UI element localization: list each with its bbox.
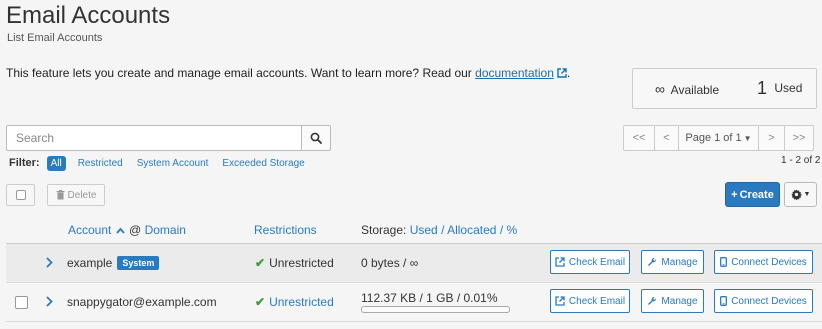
create-button[interactable]: + Create <box>725 182 780 207</box>
infinity-symbol: ∞ <box>655 81 665 97</box>
percent-sort-link[interactable]: % <box>507 223 518 237</box>
account-name: example <box>67 256 113 270</box>
checkmark-icon: ✔ <box>255 256 266 270</box>
checkmark-icon: ✔ <box>255 295 266 309</box>
caret-down-icon: ▼ <box>743 133 752 143</box>
page-select[interactable]: Page 1 of 1 ▼ <box>678 125 759 151</box>
restriction-status: Unrestricted <box>269 256 334 270</box>
page-label: Page 1 of 1 <box>685 132 742 144</box>
search-icon <box>310 132 322 144</box>
table-row: snappygator@example.com ✔ Unrestricted 11… <box>6 283 822 322</box>
sort-up-icon <box>116 227 125 234</box>
available-stat: ∞ Available <box>655 81 719 97</box>
settings-dropdown-button[interactable]: ▼ <box>784 182 817 207</box>
page-subtitle: List Email Accounts <box>7 32 103 44</box>
delete-button[interactable]: Delete <box>47 184 105 206</box>
connect-devices-button[interactable]: Connect Devices <box>714 250 813 274</box>
account-cell: snappygator@example.com <box>67 295 217 309</box>
mobile-icon <box>720 257 728 267</box>
chevron-right-icon[interactable] <box>46 257 53 271</box>
last-page-button[interactable]: >> <box>784 125 814 151</box>
restriction-cell: ✔ Unrestricted <box>255 256 334 270</box>
external-link-icon <box>555 257 565 267</box>
filter-bar: Filter: All Restricted System Account Ex… <box>9 155 319 171</box>
available-label: Available <box>670 83 720 97</box>
filter-label: Filter: <box>9 157 40 169</box>
restrictions-header[interactable]: Restrictions <box>254 223 317 237</box>
mobile-icon <box>720 296 728 306</box>
restrictions-sort-link[interactable]: Restrictions <box>254 223 317 237</box>
at-symbol: @ <box>129 223 142 237</box>
create-label: Create <box>739 188 774 201</box>
first-page-button[interactable]: << <box>623 125 655 151</box>
restriction-cell[interactable]: ✔ Unrestricted <box>255 295 334 309</box>
manage-label: Manage <box>661 256 698 268</box>
storage-cell: 112.37 KB / 1 GB / 0.01% <box>361 291 498 305</box>
storage-label: Storage: <box>361 223 407 237</box>
account-sort-link[interactable]: Account <box>68 223 111 237</box>
plus-icon: + <box>731 188 738 201</box>
storage-header: Storage: Used / Allocated / % <box>361 223 517 237</box>
connect-devices-label: Connect Devices <box>731 256 807 268</box>
account-stats-panel: ∞ Available 1 Used <box>632 68 817 109</box>
documentation-link[interactable]: documentation <box>475 66 554 80</box>
filter-restricted[interactable]: Restricted <box>78 158 123 169</box>
storage-separator: / <box>499 223 504 237</box>
row-checkbox[interactable] <box>15 296 28 309</box>
manage-label: Manage <box>661 295 698 307</box>
chevron-right-icon[interactable] <box>46 296 53 310</box>
check-email-label: Check Email <box>568 295 626 307</box>
restriction-status[interactable]: Unrestricted <box>269 295 334 309</box>
used-sort-link[interactable]: Used <box>410 223 438 237</box>
manage-button[interactable]: Manage <box>641 289 704 313</box>
select-all-button[interactable] <box>6 184 35 206</box>
account-domain-header[interactable]: Account @ Domain <box>68 223 186 237</box>
used-count: 1 <box>757 78 768 98</box>
trash-icon <box>56 190 65 200</box>
select-all-checkbox[interactable] <box>15 190 26 200</box>
check-email-button[interactable]: Check Email <box>550 289 630 313</box>
domain-sort-link[interactable]: Domain <box>145 223 186 237</box>
check-email-label: Check Email <box>568 256 626 268</box>
check-email-button[interactable]: Check Email <box>550 250 630 274</box>
search-button[interactable] <box>301 125 331 151</box>
account-name: snappygator@example.com <box>67 295 217 309</box>
search-input[interactable] <box>6 125 301 151</box>
wrench-icon <box>648 257 657 266</box>
filter-system-account[interactable]: System Account <box>137 158 209 169</box>
filter-exceeded-storage[interactable]: Exceeded Storage <box>222 158 304 169</box>
allocated-sort-link[interactable]: Allocated <box>447 223 496 237</box>
page-title: Email Accounts <box>6 2 171 29</box>
table-row: example System ✔ Unrestricted 0 bytes / ∞ … <box>6 244 822 283</box>
caret-down-icon: ▼ <box>803 191 811 198</box>
account-cell: example System <box>67 256 160 270</box>
table-header: Account @ Domain Restrictions Storage: U… <box>6 216 822 244</box>
used-label: Used <box>774 81 803 95</box>
manage-button[interactable]: Manage <box>641 250 704 274</box>
external-link-icon <box>555 296 565 306</box>
intro-suffix: . <box>566 66 571 80</box>
storage-separator: / <box>441 223 445 237</box>
connect-devices-button[interactable]: Connect Devices <box>714 289 813 313</box>
filter-all[interactable]: All <box>46 155 66 171</box>
wrench-icon <box>648 296 657 305</box>
connect-devices-label: Connect Devices <box>731 295 807 307</box>
storage-cell: 0 bytes / ∞ <box>361 256 419 270</box>
search-group <box>6 125 331 151</box>
intro-description: This feature lets you create and manage … <box>6 66 476 80</box>
next-page-button[interactable]: > <box>758 125 785 151</box>
delete-label: Delete <box>67 189 97 201</box>
gear-icon <box>790 189 802 200</box>
system-badge: System <box>117 256 160 270</box>
external-link-icon[interactable] <box>557 67 567 81</box>
intro-text: This feature lets you create and manage … <box>6 66 570 81</box>
results-range: 1 - 2 of 2 <box>781 155 821 166</box>
prev-page-button[interactable]: < <box>654 125 679 151</box>
storage-usage-bar <box>361 306 510 313</box>
used-stat: 1 Used <box>757 78 802 99</box>
pagination: << < Page 1 of 1 ▼ > >> <box>623 125 814 151</box>
